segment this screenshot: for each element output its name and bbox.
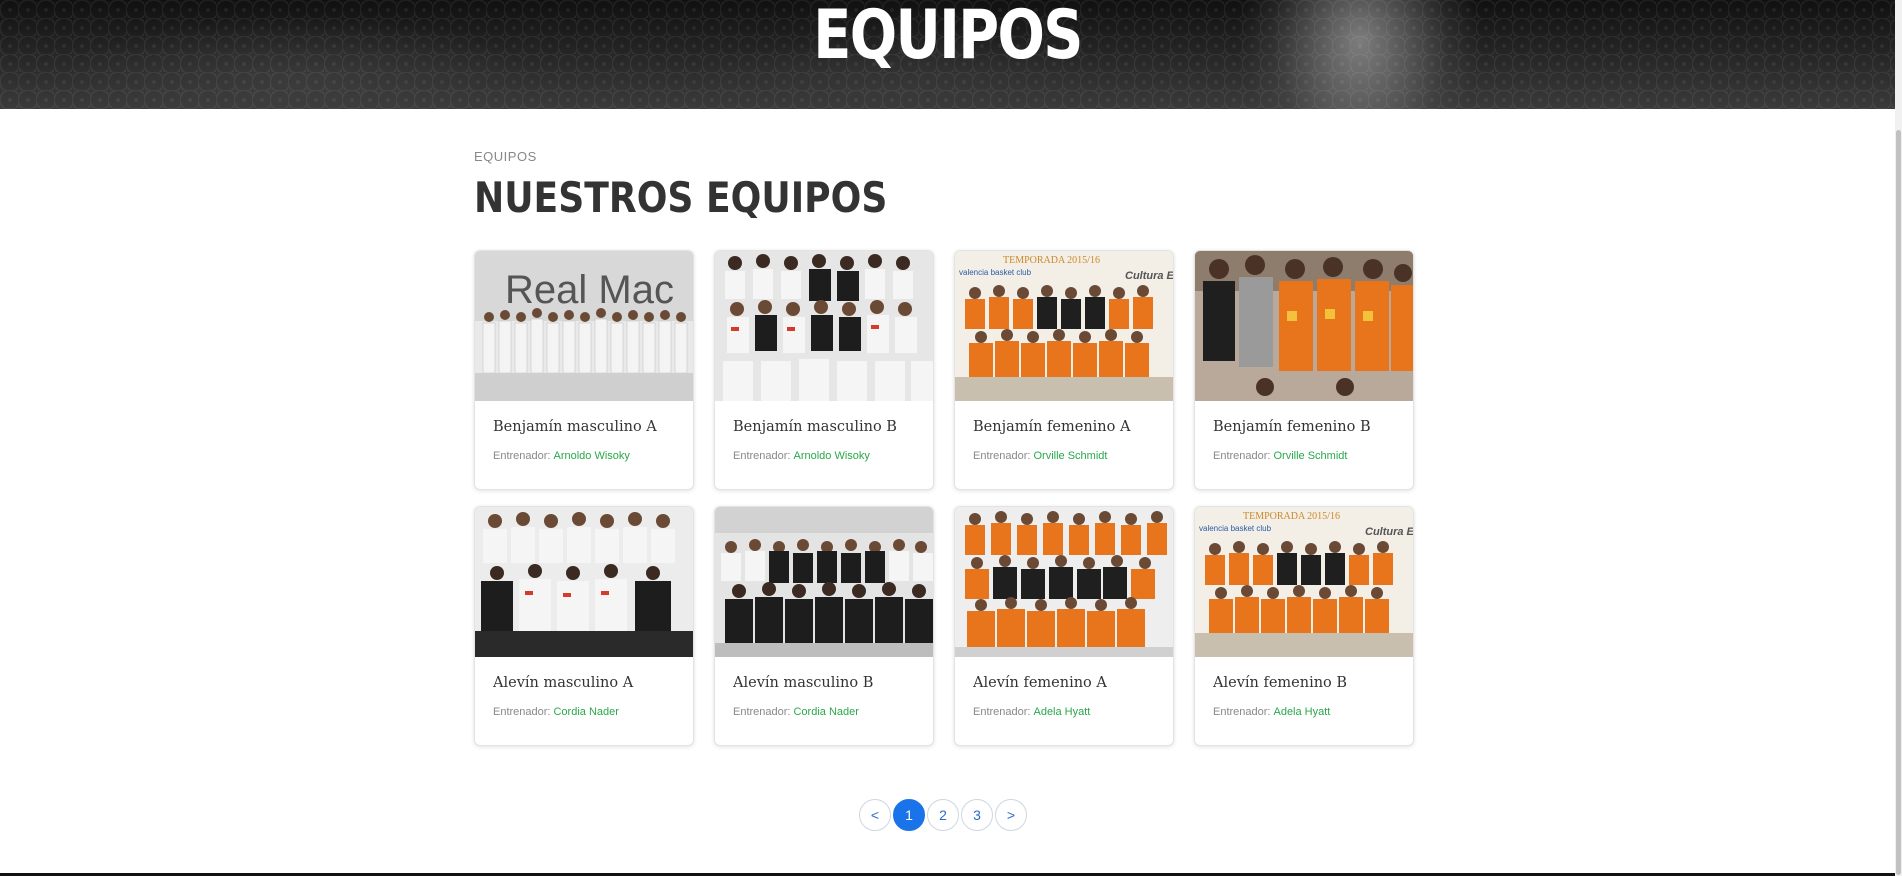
team-photo — [475, 507, 693, 657]
coach-label: Entrenador: — [973, 706, 1031, 718]
team-photo: TEMPORADA 2015/16 valencia basket club C… — [1195, 507, 1413, 657]
coach-link[interactable]: Adela Hyatt — [1033, 706, 1090, 718]
coach-label: Entrenador: — [1213, 706, 1271, 718]
next-page-button[interactable]: > — [995, 799, 1027, 831]
page-title: NUESTROS EQUIPOS — [474, 173, 888, 222]
coach-link[interactable]: Cordia Nader — [793, 706, 858, 718]
coach-info: Entrenador: Adela Hyatt — [1213, 706, 1330, 718]
page-3-button[interactable]: 3 — [961, 799, 993, 831]
team-photo — [715, 507, 933, 657]
page-1-button[interactable]: 1 — [893, 799, 925, 831]
team-photo: TEMPORADA 2015/16 valencia basket club C… — [955, 251, 1173, 401]
page-2-button[interactable]: 2 — [927, 799, 959, 831]
team-card[interactable]: TEMPORADA 2015/16 valencia basket club C… — [1194, 506, 1414, 746]
coach-label: Entrenador: — [493, 450, 551, 462]
coach-label: Entrenador: — [493, 706, 551, 718]
svg-text:TEMPORADA 2015/16: TEMPORADA 2015/16 — [1003, 255, 1100, 266]
hero-banner: EQUIPOS — [0, 0, 1895, 109]
svg-text:Real Mac: Real Mac — [505, 268, 674, 312]
svg-text:Cultura Esfuerz: Cultura Esfuerz — [1365, 526, 1413, 538]
team-name: Benjamín masculino B — [733, 419, 897, 435]
team-photo — [1195, 251, 1413, 401]
coach-link[interactable]: Orville Schmidt — [1273, 450, 1347, 462]
team-name: Benjamín femenino B — [1213, 419, 1371, 435]
coach-info: Entrenador: Arnoldo Wisoky — [493, 450, 630, 462]
coach-label: Entrenador: — [733, 450, 791, 462]
coach-label: Entrenador: — [733, 706, 791, 718]
coach-label: Entrenador: — [1213, 450, 1271, 462]
coach-info: Entrenador: Cordia Nader — [733, 706, 859, 718]
team-card[interactable]: Alevín femenino A Entrenador: Adela Hyatt — [954, 506, 1174, 746]
svg-text:Cultura Esfuerz: Cultura Esfuerz — [1125, 270, 1173, 282]
team-photo — [955, 507, 1173, 657]
coach-link[interactable]: Adela Hyatt — [1273, 706, 1330, 718]
coach-info: Entrenador: Arnoldo Wisoky — [733, 450, 870, 462]
coach-info: Entrenador: Cordia Nader — [493, 706, 619, 718]
team-card[interactable]: Alevín masculino A Entrenador: Cordia Nad… — [474, 506, 694, 746]
team-photo: Real Mac — [475, 251, 693, 401]
coach-link[interactable]: Cordia Nader — [553, 706, 618, 718]
team-name: Alevín masculino B — [733, 675, 874, 691]
team-photo — [715, 251, 933, 401]
prev-page-button[interactable]: < — [859, 799, 891, 831]
team-name: Alevín femenino A — [973, 675, 1107, 691]
svg-text:valencia basket club: valencia basket club — [1199, 524, 1272, 533]
scrollbar-thumb[interactable] — [1896, 130, 1901, 875]
coach-link[interactable]: Arnoldo Wisoky — [793, 450, 869, 462]
svg-text:TEMPORADA 2015/16: TEMPORADA 2015/16 — [1243, 511, 1340, 522]
hero-title: EQUIPOS — [813, 0, 1083, 75]
team-card[interactable]: Alevín masculino B Entrenador: Cordia Nad… — [714, 506, 934, 746]
coach-link[interactable]: Orville Schmidt — [1033, 450, 1107, 462]
team-name: Alevín masculino A — [493, 675, 634, 691]
coach-info: Entrenador: Orville Schmidt — [973, 450, 1107, 462]
team-name: Benjamín femenino A — [973, 419, 1131, 435]
coach-info: Entrenador: Adela Hyatt — [973, 706, 1090, 718]
coach-link[interactable]: Arnoldo Wisoky — [553, 450, 629, 462]
svg-text:valencia basket club: valencia basket club — [959, 268, 1032, 277]
team-card[interactable]: Benjamín femenino B Entrenador: Orville S… — [1194, 250, 1414, 490]
coach-label: Entrenador: — [973, 450, 1031, 462]
team-card[interactable]: Real Mac Benjamín masculino A Entrenador — [474, 250, 694, 490]
team-card[interactable]: Benjamín masculino B Entrenador: Arnoldo … — [714, 250, 934, 490]
breadcrumb: EQUIPOS — [474, 149, 537, 164]
team-card[interactable]: TEMPORADA 2015/16 valencia basket club C… — [954, 250, 1174, 490]
team-name: Alevín femenino B — [1213, 675, 1348, 691]
coach-info: Entrenador: Orville Schmidt — [1213, 450, 1347, 462]
team-name: Benjamín masculino A — [493, 419, 657, 435]
